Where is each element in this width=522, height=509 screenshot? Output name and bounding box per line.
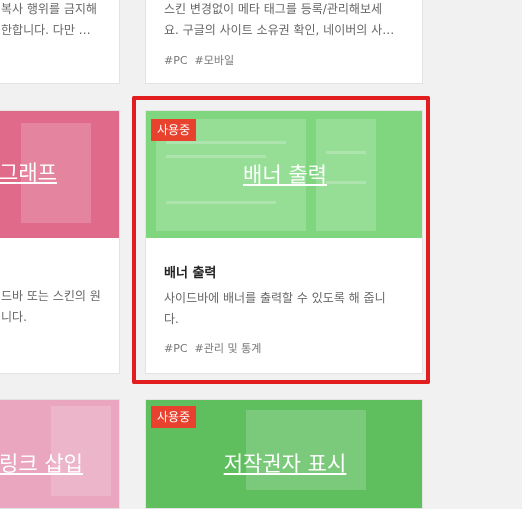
card-banner: 그래프 xyxy=(0,111,119,238)
tag[interactable]: #모바일 xyxy=(195,54,235,67)
tag[interactable]: #관리 및 통계 xyxy=(195,342,262,355)
banner-title: 링크 삽입 xyxy=(0,452,83,476)
card-description: 사이드바에 배너를 출력할 수 있도록 해 줍니 다. xyxy=(164,291,386,326)
banner-title: 저작권자 표시 xyxy=(223,452,347,476)
plugin-card-copyright[interactable]: 사용중 저작권자 표시 xyxy=(145,399,423,509)
card-description: 드바 또는 스킨의 원 니다. xyxy=(1,289,101,324)
plugin-card-banner-output[interactable]: 사용중 배너 출력 배너 출력 사이드바에 배너를 출력할 수 있도록 해 줍니… xyxy=(145,110,423,374)
card-banner: 링크 삽입 xyxy=(0,400,119,508)
plugin-card-copy-protection[interactable]: 복사 행위를 금지해 한합니다. 다만 … xyxy=(0,0,120,84)
plugin-card-meta-tag[interactable]: 스킨 변경없이 메타 태그를 등록/관리해보세 요. 구글의 사이트 소유권 확… xyxy=(145,0,423,84)
tag[interactable]: #PC xyxy=(164,54,188,67)
card-tags: #PC #관리 및 통계 xyxy=(164,340,268,356)
in-use-badge: 사용중 xyxy=(151,119,197,141)
card-title: 배너 출력 xyxy=(164,266,217,281)
card-tags: #PC #모바일 xyxy=(164,52,241,68)
card-description: 스킨 변경없이 메타 태그를 등록/관리해보세 요. 구글의 사이트 소유권 확… xyxy=(164,2,395,37)
tag[interactable]: #PC xyxy=(164,342,188,355)
card-banner: 사용중 배너 출력 xyxy=(146,111,422,238)
banner-title: 배너 출력 xyxy=(243,163,327,187)
card-banner: 사용중 저작권자 표시 xyxy=(146,400,422,508)
banner-title: 그래프 xyxy=(0,161,57,185)
in-use-badge: 사용중 xyxy=(151,406,197,428)
plugin-card-link-insert[interactable]: 링크 삽입 xyxy=(0,399,120,509)
plugin-card-graph[interactable]: 그래프 드바 또는 스킨의 원 니다. xyxy=(0,110,120,374)
card-description: 복사 행위를 금지해 한합니다. 다만 … xyxy=(1,2,97,37)
